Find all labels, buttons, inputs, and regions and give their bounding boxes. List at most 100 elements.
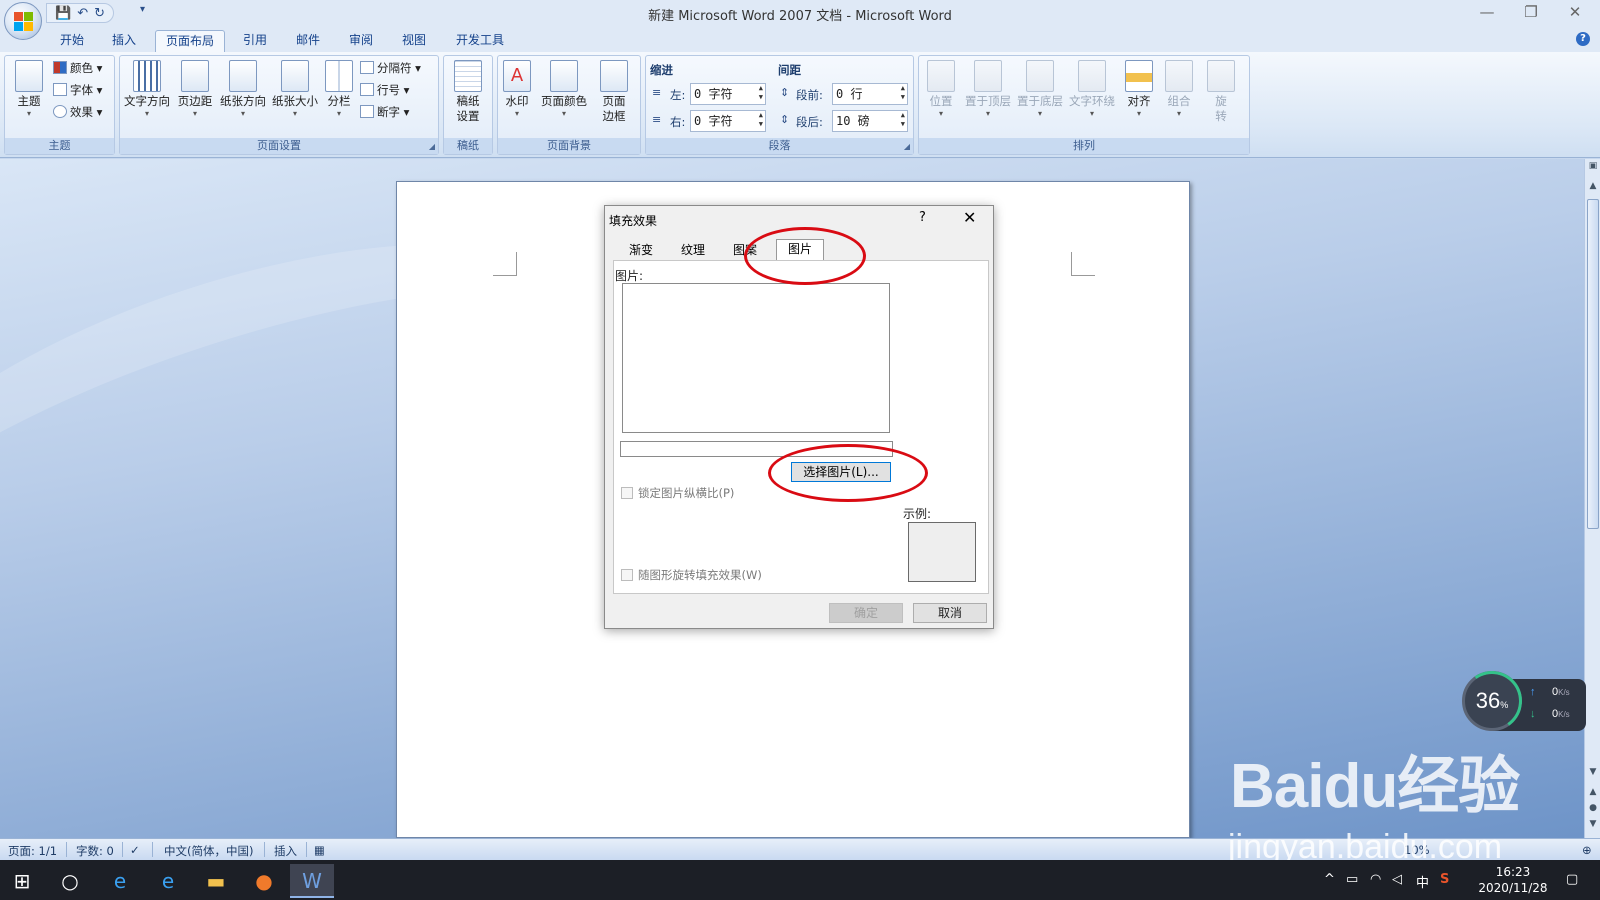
upload-speed: 0K/s: [1552, 686, 1570, 698]
send-to-back-button[interactable]: 置于底层 ▾: [1015, 58, 1065, 136]
tab-view[interactable]: 视图: [394, 30, 434, 52]
minimize-button[interactable]: —: [1472, 3, 1502, 21]
lock-aspect-checkbox-box[interactable]: [621, 487, 633, 499]
rotate-with-shape-checkbox[interactable]: 随图形旋转填充效果(W): [621, 567, 762, 583]
restore-button[interactable]: ❐: [1516, 3, 1546, 21]
ie-icon[interactable]: e: [98, 864, 142, 898]
search-circle-icon[interactable]: ○: [48, 864, 92, 898]
breaks-button[interactable]: 分隔符 ▾: [360, 58, 421, 78]
margins-button[interactable]: 页边距 ▾: [174, 58, 216, 136]
watermark-button[interactable]: A 水印 ▾: [500, 58, 534, 136]
tab-mailings[interactable]: 邮件: [288, 30, 328, 52]
page-borders-button[interactable]: 页面 边框: [596, 58, 632, 136]
page-setup-launcher-icon[interactable]: ◢: [429, 142, 435, 151]
theme-fonts-button[interactable]: 字体 ▾: [53, 80, 102, 100]
columns-button[interactable]: 分栏 ▾: [322, 58, 356, 136]
dialog-title: 填充效果: [609, 214, 658, 228]
space-before-spin-icon[interactable]: ▲ ▼: [901, 84, 905, 102]
bring-to-front-button[interactable]: 置于顶层 ▾: [963, 58, 1013, 136]
macro-record-icon[interactable]: ▦: [314, 843, 325, 857]
file-explorer-icon[interactable]: ▬: [194, 864, 238, 898]
office-button[interactable]: [4, 2, 42, 40]
memory-usage-gauge[interactable]: 36%: [1457, 666, 1527, 736]
space-before-value: 0 行: [836, 87, 863, 101]
tab-page-layout[interactable]: 页面布局: [155, 30, 225, 52]
page-count-status[interactable]: 页面: 1/1: [8, 843, 57, 859]
tab-texture[interactable]: 纹理: [669, 241, 717, 261]
action-center-icon[interactable]: ▢: [1566, 872, 1578, 887]
tab-gradient[interactable]: 渐变: [617, 241, 665, 261]
text-direction-button[interactable]: 文字方向 ▾: [122, 58, 172, 136]
rotate-button[interactable]: 旋 转: [1201, 58, 1241, 136]
ruler-toggle-icon[interactable]: ▣: [1585, 161, 1600, 171]
tab-insert[interactable]: 插入: [104, 30, 144, 52]
tab-picture[interactable]: 图片: [776, 239, 824, 261]
previous-page-icon[interactable]: ▲: [1585, 787, 1600, 797]
page-color-button[interactable]: 页面颜色 ▾: [538, 58, 590, 136]
select-picture-button[interactable]: 选择图片(L)...: [791, 462, 891, 482]
ime-indicator[interactable]: 中: [1416, 872, 1429, 891]
indent-right-input[interactable]: 0 字符 ▲ ▼: [690, 110, 766, 132]
indent-right-spin-icon[interactable]: ▲ ▼: [759, 111, 763, 129]
start-menu-icon[interactable]: ⊞: [0, 864, 44, 898]
group-label-arrange: 排列: [919, 138, 1249, 154]
position-button[interactable]: 位置 ▾: [921, 58, 961, 136]
browse-object-icon[interactable]: ●: [1585, 803, 1600, 813]
edge-icon[interactable]: e: [146, 864, 190, 898]
tab-references[interactable]: 引用: [235, 30, 275, 52]
indent-left-input[interactable]: 0 字符 ▲ ▼: [690, 83, 766, 105]
taskbar-clock[interactable]: 16:23 2020/11/28: [1468, 864, 1558, 896]
next-page-icon[interactable]: ▼: [1585, 819, 1600, 829]
word-count-status[interactable]: 字数: 0: [76, 843, 114, 859]
size-button[interactable]: 纸张大小 ▾: [270, 58, 320, 136]
battery-icon[interactable]: ▭: [1346, 872, 1358, 887]
scroll-thumb[interactable]: [1587, 199, 1599, 529]
sogou-ime-icon[interactable]: S: [1440, 872, 1449, 887]
margin-corner-top-left: [493, 252, 517, 276]
language-status[interactable]: 中文(简体，中国): [164, 843, 253, 859]
hyphenation-button[interactable]: 断字 ▾: [360, 102, 409, 122]
align-button[interactable]: 对齐 ▾: [1121, 58, 1157, 136]
dialog-help-button[interactable]: ?: [919, 210, 926, 225]
tab-pattern[interactable]: 图案: [721, 241, 769, 261]
theme-effects-button[interactable]: 效果 ▾: [53, 102, 102, 122]
tab-home[interactable]: 开始: [52, 30, 92, 52]
scroll-up-icon[interactable]: ▲: [1585, 181, 1600, 191]
tray-overflow-icon[interactable]: ^: [1324, 872, 1335, 887]
themes-button[interactable]: 主题 ▾: [9, 58, 49, 136]
picture-preview-box: [622, 283, 890, 433]
draft-paper-settings-button[interactable]: 稿纸 设置: [448, 58, 488, 136]
page-borders-icon: [600, 60, 628, 92]
volume-icon[interactable]: ◁: [1392, 872, 1402, 887]
network-icon[interactable]: ◠: [1370, 872, 1381, 887]
paragraph-launcher-icon[interactable]: ◢: [904, 142, 910, 151]
tab-review[interactable]: 审阅: [341, 30, 381, 52]
browser-app-icon[interactable]: ●: [242, 864, 286, 898]
text-wrapping-button[interactable]: 文字环绕 ▾: [1067, 58, 1117, 136]
group-objects-button[interactable]: 组合 ▾: [1161, 58, 1197, 136]
close-window-button[interactable]: ✕: [1560, 3, 1590, 21]
vertical-scrollbar[interactable]: ▣ ▲ ▼ ▲ ● ▼: [1584, 159, 1600, 838]
ok-button[interactable]: 确定: [829, 603, 903, 623]
theme-colors-button[interactable]: 颜色 ▾: [53, 58, 102, 78]
lock-aspect-checkbox[interactable]: 锁定图片纵横比(P): [621, 485, 734, 501]
space-before-input[interactable]: 0 行 ▲ ▼: [832, 83, 908, 105]
group-page-setup: 文字方向 ▾ 页边距 ▾ 纸张方向 ▾ 纸张大小 ▾ 分栏 ▾ 分隔符 ▾ 行号…: [119, 55, 439, 155]
space-after-spin-icon[interactable]: ▲ ▼: [901, 111, 905, 129]
line-numbers-button[interactable]: 行号 ▾: [360, 80, 409, 100]
tab-developer[interactable]: 开发工具: [448, 30, 512, 52]
word-taskbar-icon[interactable]: W: [290, 864, 334, 898]
proofing-icon[interactable]: ✓: [130, 843, 140, 857]
indent-left-spin-icon[interactable]: ▲ ▼: [759, 84, 763, 102]
rotate-with-shape-checkbox-box[interactable]: [621, 569, 633, 581]
scroll-down-icon[interactable]: ▼: [1585, 767, 1600, 777]
space-after-input[interactable]: 10 磅 ▲ ▼: [832, 110, 908, 132]
insert-mode-status[interactable]: 插入: [274, 843, 297, 859]
orientation-button[interactable]: 纸张方向 ▾: [218, 58, 268, 136]
zoom-in-icon[interactable]: ⊕: [1582, 843, 1592, 857]
office-logo-icon: [14, 12, 34, 32]
help-icon[interactable]: ?: [1576, 32, 1590, 46]
picture-name-field: [620, 441, 893, 457]
dialog-close-button[interactable]: ✕: [963, 208, 976, 227]
cancel-button[interactable]: 取消: [913, 603, 987, 623]
